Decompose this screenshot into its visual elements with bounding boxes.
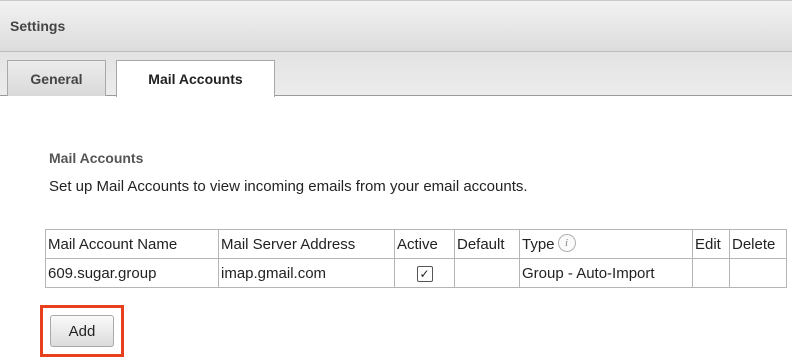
column-header-active[interactable]: Active xyxy=(394,229,455,259)
column-header-server[interactable]: Mail Server Address xyxy=(218,229,395,259)
tab-general[interactable]: General xyxy=(7,60,106,96)
cell-active: ✓ xyxy=(394,258,455,288)
cell-server-address: imap.gmail.com xyxy=(218,258,395,288)
column-header-default[interactable]: Default xyxy=(454,229,520,259)
column-header-edit: Edit xyxy=(692,229,730,259)
add-button[interactable]: Add xyxy=(50,315,114,347)
page-title: Settings xyxy=(10,18,66,34)
table-header-row: Mail Account Name Mail Server Address Ac… xyxy=(45,229,787,259)
settings-header: Settings xyxy=(0,0,792,52)
cell-edit[interactable] xyxy=(692,258,730,288)
column-header-type-label: Type xyxy=(522,235,555,253)
info-icon[interactable]: i xyxy=(557,233,576,252)
section-description: Set up Mail Accounts to view incoming em… xyxy=(49,178,528,195)
table-row[interactable]: 609.sugar.group imap.gmail.com ✓ Group -… xyxy=(45,258,787,288)
active-checkbox[interactable]: ✓ xyxy=(416,265,433,282)
column-header-type[interactable]: Type i xyxy=(519,229,693,259)
cell-default xyxy=(454,258,520,288)
column-header-delete: Delete xyxy=(729,229,787,259)
cell-type: Group - Auto-Import xyxy=(519,258,693,288)
mail-accounts-table: Mail Account Name Mail Server Address Ac… xyxy=(45,229,787,288)
cell-account-name[interactable]: 609.sugar.group xyxy=(45,258,219,288)
column-header-name[interactable]: Mail Account Name xyxy=(45,229,219,259)
tab-mail-accounts[interactable]: Mail Accounts xyxy=(116,60,275,97)
cell-delete[interactable] xyxy=(729,258,787,288)
section-title: Mail Accounts xyxy=(49,150,144,166)
